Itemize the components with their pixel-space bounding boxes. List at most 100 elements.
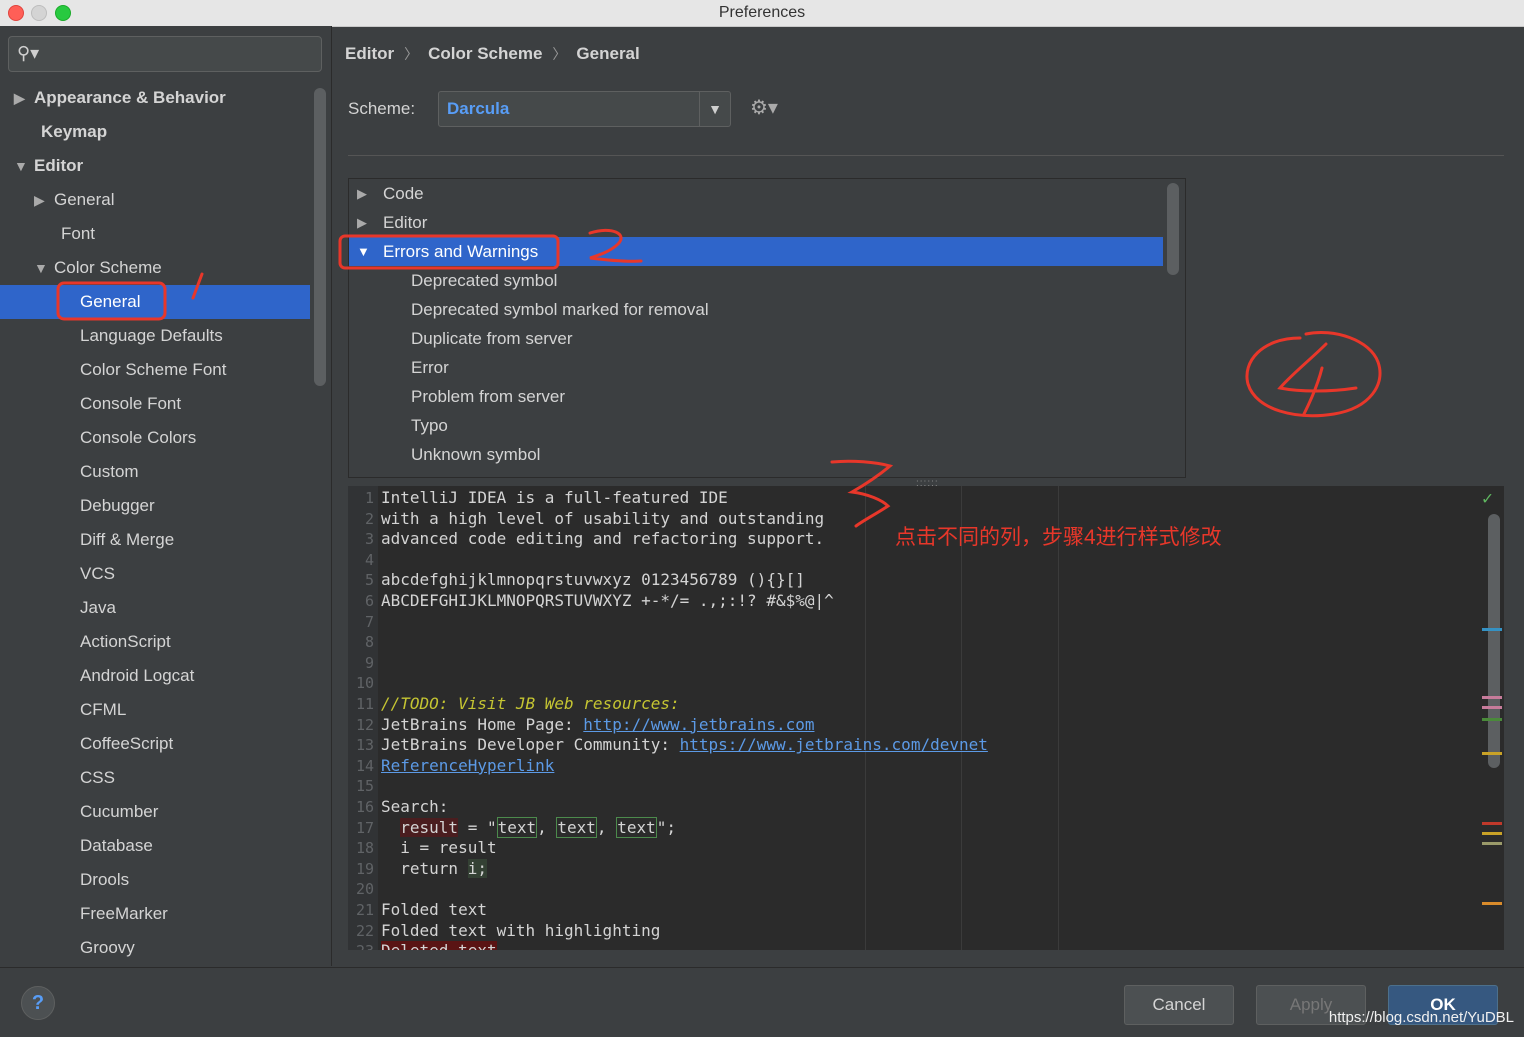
search-input[interactable]: ⚲▾ [8,36,322,72]
sidebar-item-color-scheme[interactable]: ▼ Color Scheme [34,251,162,285]
category-deprecated-removal[interactable]: Deprecated symbol marked for removal [349,295,1163,324]
sidebar-item-editor[interactable]: ▼ Editor [14,149,83,183]
sidebar-item-css[interactable]: CSS [80,761,115,795]
breadcrumb-separator-icon: 〉 [404,46,419,62]
sidebar-item-font[interactable]: Font [61,217,95,251]
category-error[interactable]: Error [349,353,1163,382]
line-number: 22 [355,921,374,940]
window-title: Preferences [718,4,806,21]
breadcrumb-general: General [576,44,640,63]
cancel-button[interactable]: Cancel [1124,985,1234,1025]
inspection-ok-icon[interactable]: ✓ [1482,488,1493,509]
category-editor[interactable]: ▶ Editor [349,208,1163,237]
error-stripe-mark[interactable] [1482,628,1502,631]
scheme-select[interactable]: Darcula ▼ [438,91,731,127]
category-problem-from-server[interactable]: Problem from server [349,382,1163,411]
reference-hyperlink[interactable]: ReferenceHyperlink [381,756,554,775]
category-duplicate-from-server[interactable]: Duplicate from server [349,324,1163,353]
error-stripe-mark[interactable] [1482,718,1502,721]
sidebar-item-drools[interactable]: Drools [80,863,129,897]
sidebar-item-appearance-behavior[interactable]: ▶ Appearance & Behavior [14,81,226,115]
title-bar: Preferences [0,0,1524,27]
code-line: ReferenceHyperlink [381,756,554,777]
error-stripe-mark[interactable] [1482,752,1502,755]
expand-arrow-icon[interactable]: ▶ [357,179,367,208]
line-number: 20 [355,880,374,899]
error-stripe-mark[interactable] [1482,822,1502,825]
line-number: 13 [355,736,374,755]
error-stripe-mark[interactable] [1482,832,1502,835]
code-line: ABCDEFGHIJKLMNOPQRSTUVWXYZ +-*/= .,;:!? … [381,591,834,610]
sidebar-item-cfml[interactable]: CFML [80,693,126,727]
scheme-value: Darcula [447,99,510,118]
gear-icon[interactable]: ⚙▾ [750,95,778,120]
category-code[interactable]: ▶ Code [349,179,1163,208]
category-errors-warnings[interactable]: ▼ Errors and Warnings [349,237,1163,266]
search-result-highlight: result [400,817,459,837]
error-stripe-mark[interactable] [1482,902,1502,905]
sidebar-item-vcs[interactable]: VCS [80,557,115,591]
sidebar-item-database[interactable]: Database [80,829,153,863]
sidebar-scrollbar[interactable] [314,88,326,386]
code-line: advanced code editing and refactoring su… [381,529,825,549]
sidebar-item-console-colors[interactable]: Console Colors [80,421,196,455]
right-margin-guide [1058,486,1059,950]
sidebar-item-debugger[interactable]: Debugger [80,489,155,523]
error-stripe-mark[interactable] [1482,696,1502,699]
breadcrumb-separator-icon: 〉 [552,46,567,62]
line-number: 12 [355,715,374,734]
expand-arrow-icon[interactable]: ▶ [34,183,54,217]
sidebar-selection [0,285,310,319]
category-typo[interactable]: Typo [349,411,1163,440]
breadcrumb-editor[interactable]: Editor [345,44,394,63]
category-unknown-symbol[interactable]: Unknown symbol [349,440,1163,469]
sidebar-item-color-scheme-font[interactable]: Color Scheme Font [80,353,226,387]
code-line: JetBrains Home Page: http://www.jetbrain… [381,714,815,734]
editor-scrollbar[interactable] [1488,514,1500,768]
code-line: Folded text with highlighting [381,920,661,940]
line-number: 19 [355,859,374,878]
sidebar-item-color-scheme-general[interactable]: General [80,285,140,319]
sidebar-item-language-defaults[interactable]: Language Defaults [80,319,223,353]
sidebar-item-keymap[interactable]: Keymap [41,115,107,149]
help-button[interactable]: ? [21,986,55,1020]
sidebar-item-actionscript[interactable]: ActionScript [80,625,171,659]
identifier-highlight: i; [467,858,487,878]
dropdown-arrow-icon[interactable]: ▼ [699,92,730,126]
search-icon[interactable]: ⚲▾ [17,43,39,64]
collapse-arrow-icon[interactable]: ▼ [14,149,34,183]
sidebar-item-diff-merge[interactable]: Diff & Merge [80,523,174,557]
sidebar-item-groovy[interactable]: Groovy [80,931,135,965]
category-scrollbar[interactable] [1167,183,1179,275]
code-line: abcdefghijklmnopqrstuvwxyz 0123456789 ()… [381,570,805,590]
sidebar-item-custom[interactable]: Custom [80,455,139,489]
search-match-box: text [496,816,538,838]
code-line: IntelliJ IDEA is a full-featured IDE [381,488,728,507]
category-tree: ▶ Code ▶ Editor ▼ Errors and Warnings Depre… [348,178,1186,478]
annotation-note: 点击不同的列，步骤4进行样式修改 [895,526,1222,549]
collapse-arrow-icon[interactable]: ▼ [34,251,54,285]
collapse-arrow-icon[interactable]: ▼ [357,237,370,266]
line-number: 18 [355,839,374,858]
sidebar-item-freemarker[interactable]: FreeMarker [80,897,168,931]
sidebar-item-console-font[interactable]: Console Font [80,387,181,421]
line-number: 17 [355,818,374,837]
sidebar-item-java[interactable]: Java [80,591,116,625]
jetbrains-home-link[interactable]: http://www.jetbrains.com [583,715,814,734]
category-deprecated-symbol[interactable]: Deprecated symbol [349,266,1163,295]
sidebar-item-android-logcat[interactable]: Android Logcat [80,659,194,693]
jetbrains-devnet-link[interactable]: https://www.jetbrains.com/devnet [680,735,988,754]
sidebar-item-general[interactable]: ▶ General [34,183,114,217]
breadcrumb-color-scheme[interactable]: Color Scheme [428,44,542,63]
indent-guide [865,486,866,950]
expand-arrow-icon[interactable]: ▶ [14,81,34,115]
line-number: 9 [364,653,374,672]
error-stripe-mark[interactable] [1482,842,1502,845]
error-stripe-mark[interactable] [1482,706,1502,709]
sidebar-item-cucumber[interactable]: Cucumber [80,795,158,829]
expand-arrow-icon[interactable]: ▶ [357,208,367,237]
code-preview[interactable]: 1 2 3 4 5 6 7 8 9 10 11 12 13 14 15 16 1… [348,486,1504,950]
right-margin-guide [961,486,962,950]
sidebar-item-coffeescript[interactable]: CoffeeScript [80,727,173,761]
code-line: with a high level of usability and outst… [381,508,825,528]
